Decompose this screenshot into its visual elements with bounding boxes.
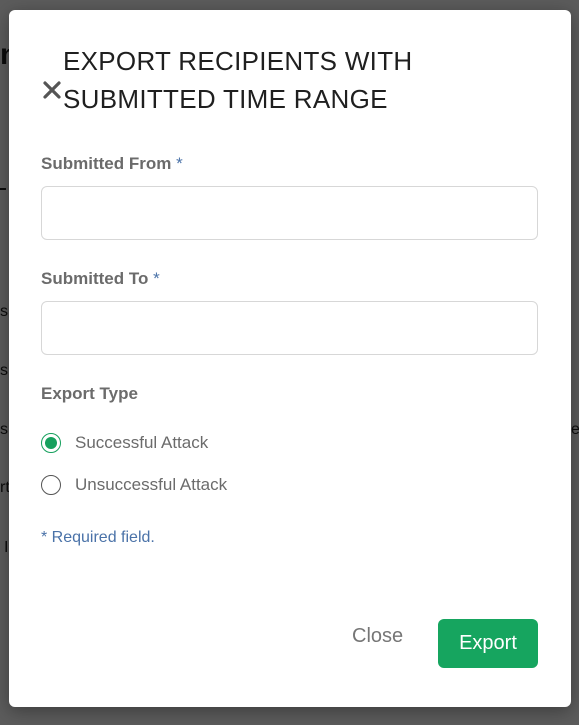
radio-label: Unsuccessful Attack bbox=[75, 475, 228, 494]
submitted-to-label: Submitted To * bbox=[41, 269, 160, 289]
required-marker: * bbox=[176, 154, 183, 173]
radio-unsuccessful-attack[interactable]: Unsuccessful Attack bbox=[41, 475, 227, 495]
required-marker: * bbox=[153, 269, 160, 288]
radio-label: Successful Attack bbox=[75, 433, 209, 452]
close-icon[interactable] bbox=[41, 79, 63, 101]
submitted-to-label-text: Submitted To bbox=[41, 269, 149, 288]
radio-button-selected[interactable] bbox=[41, 433, 61, 453]
close-button[interactable]: Close bbox=[352, 625, 403, 648]
radio-button[interactable] bbox=[41, 475, 61, 495]
required-field-note: * Required field. bbox=[41, 529, 155, 546]
modal-title: EXPORT RECIPIENTS WITH SUBMITTED TIME RA… bbox=[63, 46, 413, 114]
submitted-to-input[interactable] bbox=[41, 301, 538, 355]
export-button[interactable]: Export bbox=[438, 619, 538, 668]
radio-successful-attack[interactable]: Successful Attack bbox=[41, 433, 208, 453]
export-recipients-modal: EXPORT RECIPIENTS WITH SUBMITTED TIME RA… bbox=[9, 10, 571, 707]
submitted-from-label-text: Submitted From bbox=[41, 154, 172, 173]
submitted-from-label: Submitted From * bbox=[41, 154, 183, 174]
submitted-from-input[interactable] bbox=[41, 186, 538, 240]
export-type-label: Export Type bbox=[41, 384, 138, 403]
